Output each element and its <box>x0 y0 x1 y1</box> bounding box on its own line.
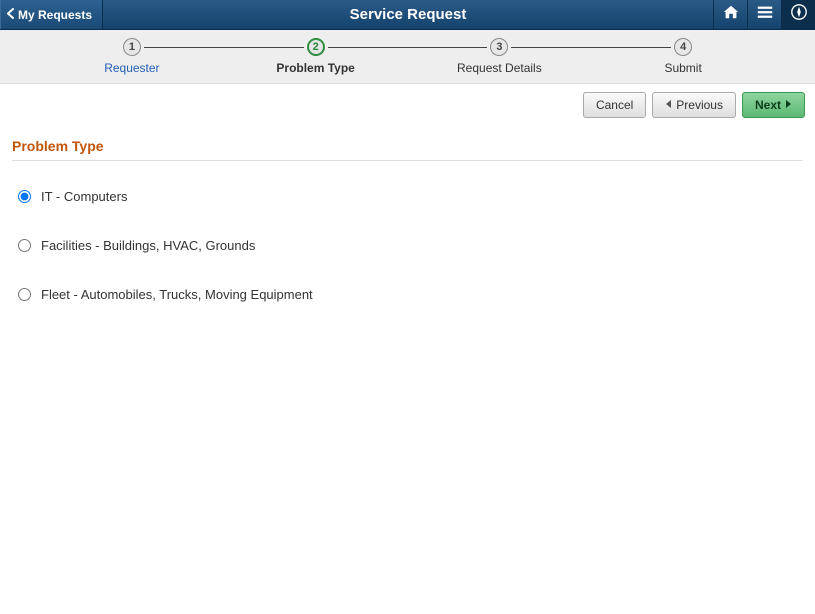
wizard-stepper: 1 Requester 2 Problem Type 3 Request Det… <box>0 30 815 84</box>
section-title: Problem Type <box>12 130 803 161</box>
wizard-step-request-details: 3 Request Details <box>408 38 592 75</box>
cancel-button[interactable]: Cancel <box>583 92 646 118</box>
top-bar: My Requests Service Request <box>0 0 815 30</box>
next-button[interactable]: Next <box>742 92 805 118</box>
step-label: Problem Type <box>276 61 354 75</box>
wizard-step-problem-type: 2 Problem Type <box>224 38 408 75</box>
help-button[interactable] <box>781 0 815 29</box>
step-number: 2 <box>307 38 325 56</box>
problem-type-options: IT - Computers Facilities - Buildings, H… <box>12 161 803 302</box>
back-button-label: My Requests <box>18 8 92 22</box>
content: Problem Type IT - Computers Facilities -… <box>0 126 815 340</box>
radio-input[interactable] <box>18 239 31 252</box>
back-button[interactable]: My Requests <box>0 0 103 29</box>
compass-icon <box>790 3 808 26</box>
wizard-step-submit: 4 Submit <box>591 38 775 75</box>
wizard-step-requester[interactable]: 1 Requester <box>40 38 224 75</box>
step-label: Requester <box>104 61 159 75</box>
step-number: 1 <box>123 38 141 56</box>
hamburger-icon <box>756 3 774 26</box>
home-button[interactable] <box>713 0 747 29</box>
button-label: Cancel <box>596 98 633 112</box>
page-title: Service Request <box>103 0 713 29</box>
radio-input[interactable] <box>18 288 31 301</box>
step-number: 3 <box>490 38 508 56</box>
previous-button[interactable]: Previous <box>652 92 736 118</box>
radio-input[interactable] <box>18 190 31 203</box>
radio-label: IT - Computers <box>41 189 127 204</box>
radio-option-fleet[interactable]: Fleet - Automobiles, Trucks, Moving Equi… <box>18 287 803 302</box>
home-icon <box>722 3 740 26</box>
triangle-right-icon <box>785 98 792 112</box>
topbar-icons <box>713 0 815 29</box>
step-label: Submit <box>664 61 701 75</box>
radio-label: Facilities - Buildings, HVAC, Grounds <box>41 238 255 253</box>
radio-option-facilities[interactable]: Facilities - Buildings, HVAC, Grounds <box>18 238 803 253</box>
chevron-left-icon <box>7 8 14 22</box>
menu-button[interactable] <box>747 0 781 29</box>
radio-option-it[interactable]: IT - Computers <box>18 189 803 204</box>
button-label: Next <box>755 98 781 112</box>
step-number: 4 <box>674 38 692 56</box>
triangle-left-icon <box>665 98 672 112</box>
radio-label: Fleet - Automobiles, Trucks, Moving Equi… <box>41 287 313 302</box>
button-label: Previous <box>676 98 723 112</box>
step-label: Request Details <box>457 61 542 75</box>
button-row: Cancel Previous Next <box>0 84 815 126</box>
